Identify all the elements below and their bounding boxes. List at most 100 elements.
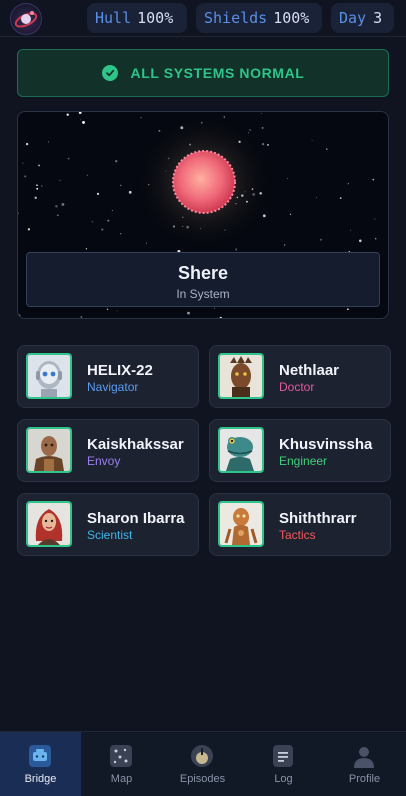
star — [347, 183, 350, 185]
nav-label: Bridge — [24, 773, 57, 785]
star — [106, 308, 109, 310]
bark-alien-portrait — [218, 353, 264, 399]
star — [18, 314, 21, 317]
location-state: In System — [176, 287, 230, 301]
star — [213, 307, 215, 309]
planet-name: Shere — [177, 263, 229, 283]
star — [80, 316, 83, 318]
crew-card[interactable]: Khusvinssha Engineer — [209, 419, 391, 482]
console-icon — [28, 744, 52, 768]
planet-icon[interactable] — [172, 150, 236, 214]
star — [78, 112, 82, 114]
star — [372, 178, 375, 181]
star — [120, 233, 122, 235]
crew-role: Navigator — [87, 380, 139, 394]
star — [140, 117, 142, 119]
star — [311, 139, 313, 141]
episodes-icon — [190, 744, 214, 768]
armored-alien-portrait — [26, 427, 72, 473]
crew-name: Khusvinssha — [279, 436, 373, 453]
star — [359, 239, 362, 243]
star — [38, 164, 41, 167]
space-viewport: Shere In System — [17, 111, 389, 319]
ship-emblem-icon[interactable] — [10, 3, 42, 35]
star — [219, 316, 222, 318]
nav-label: Map — [110, 773, 133, 785]
crew-card[interactable]: Kaiskhakssar Envoy — [17, 419, 199, 482]
star — [128, 190, 132, 194]
star — [91, 221, 94, 223]
crew-card[interactable]: HELIX-22 Navigator — [17, 345, 199, 408]
status-text: ALL SYSTEMS NORMAL — [130, 65, 305, 81]
crew-name: Shiththrarr — [279, 510, 357, 527]
star — [119, 184, 122, 187]
nav-bridge[interactable]: Bridge — [0, 732, 81, 796]
nav-log[interactable]: Log — [243, 732, 324, 796]
crew-card[interactable]: Shiththrarr Tactics — [209, 493, 391, 556]
copper-alien-portrait — [218, 501, 264, 547]
star — [326, 148, 328, 150]
nav-profile[interactable]: Profile — [324, 732, 405, 796]
star — [36, 187, 39, 190]
star — [261, 126, 264, 129]
crew-role: Doctor — [279, 380, 315, 394]
star — [25, 142, 29, 146]
star — [320, 238, 322, 241]
star-map-icon — [109, 744, 133, 768]
profile-icon — [352, 744, 376, 768]
check-circle-icon — [101, 65, 118, 81]
crew-name: Kaiskhakssar — [87, 436, 184, 453]
log-icon — [271, 744, 295, 768]
star — [22, 162, 24, 164]
star — [18, 212, 19, 215]
star — [316, 197, 318, 199]
star — [260, 113, 262, 115]
star — [67, 157, 70, 160]
star — [145, 242, 147, 244]
shields-stat: Shields 100% — [196, 3, 322, 33]
star — [34, 196, 37, 199]
day-value: 3 — [373, 9, 383, 27]
robot-portrait — [26, 353, 72, 399]
crew-role: Engineer — [279, 454, 328, 468]
star — [61, 202, 65, 206]
nav-map[interactable]: Map — [81, 732, 162, 796]
star — [287, 178, 289, 179]
star — [36, 184, 38, 186]
nav-episodes[interactable]: Episodes — [162, 732, 243, 796]
crew-card[interactable]: Sharon Ibarra Scientist — [17, 493, 199, 556]
location-panel[interactable]: Shere In System — [26, 252, 380, 307]
star — [374, 237, 377, 240]
hull-stat: Hull 100% — [87, 3, 187, 33]
star — [284, 244, 286, 246]
star — [339, 197, 342, 199]
star — [59, 179, 61, 181]
star — [235, 248, 238, 251]
day-label: Day — [339, 9, 367, 27]
nav-label: Episodes — [179, 773, 226, 785]
crew-card[interactable]: Nethlaar Doctor — [209, 345, 391, 408]
star — [85, 248, 88, 250]
crew-role: Tactics — [279, 528, 316, 542]
crew-name: Nethlaar — [279, 362, 340, 379]
crew-role: Envoy — [87, 454, 121, 468]
star — [56, 214, 59, 217]
shields-label: Shields — [204, 9, 268, 27]
star — [374, 218, 376, 220]
crew-name: Sharon Ibarra — [87, 510, 185, 527]
star — [47, 141, 49, 143]
star — [96, 192, 100, 196]
star — [347, 308, 349, 311]
star — [80, 119, 82, 121]
hull-value: 100% — [137, 9, 174, 27]
star — [187, 311, 190, 315]
hull-label: Hull — [95, 9, 132, 27]
nav-label: Profile — [348, 773, 381, 785]
star — [101, 228, 104, 231]
star — [266, 143, 270, 146]
crew-name: HELIX-22 — [87, 362, 153, 379]
star — [350, 229, 352, 231]
star — [41, 185, 43, 187]
nav-label: Log — [274, 773, 293, 785]
star — [66, 113, 69, 116]
